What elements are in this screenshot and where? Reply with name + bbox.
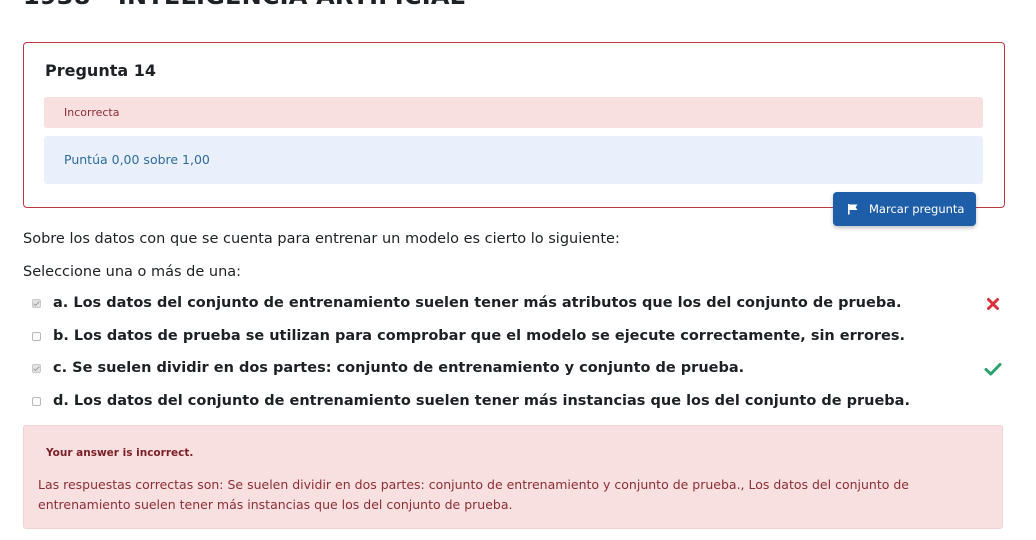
answer-prompt: Seleccione una o más de una: [23,264,242,280]
answer-option-label: b. Los datos de prueba se utilizan para … [53,328,906,344]
correct-answers-text: Las respuestas correctas son: Se suelen … [38,477,909,512]
answer-option-b[interactable]: b. Los datos de prueba se utilizan para … [32,325,1004,347]
check-icon [984,361,1002,376]
answer-checkbox-b[interactable] [32,331,41,341]
flag-question-label: Marcar pregunta [869,202,965,216]
feedback-box: Your answer is incorrect. Las respuestas… [23,425,1003,529]
answer-option-label: c. Se suelen dividir en dos partes: conj… [53,360,745,376]
flag-question-button[interactable]: Marcar pregunta [833,192,976,226]
question-grade-bar: Puntúa 0,00 sobre 1,00 [44,136,983,184]
page-title: 1938 - INTELIGENCIA ARTIFICIAL [23,0,465,10]
answer-checkbox-c[interactable] [32,363,41,373]
answer-option-label: d. Los datos del conjunto de entrenamien… [53,393,910,409]
answer-checkbox-d[interactable] [32,396,41,406]
question-number: Pregunta 14 [45,61,156,80]
feedback-title: Your answer is incorrect. [46,447,194,459]
answer-option-label: a. Los datos del conjunto de entrenamien… [53,295,902,311]
question-state-bar: Incorrecta [44,97,983,128]
answer-option-a[interactable]: a. Los datos del conjunto de entrenamien… [32,292,1004,314]
question-info-box: Pregunta 14 Incorrecta Puntúa 0,00 sobre… [23,42,1005,208]
answer-option-c[interactable]: c. Se suelen dividir en dos partes: conj… [32,357,1004,379]
question-state: Incorrecta [64,106,120,119]
answer-checkbox-a[interactable] [32,298,41,308]
flag-icon [847,203,859,215]
question-grade: Puntúa 0,00 sobre 1,00 [64,152,210,167]
question-text: Sobre los datos con que se cuenta para e… [23,231,620,247]
answer-option-d[interactable]: d. Los datos del conjunto de entrenamien… [32,390,1004,412]
cross-icon [986,296,1000,310]
